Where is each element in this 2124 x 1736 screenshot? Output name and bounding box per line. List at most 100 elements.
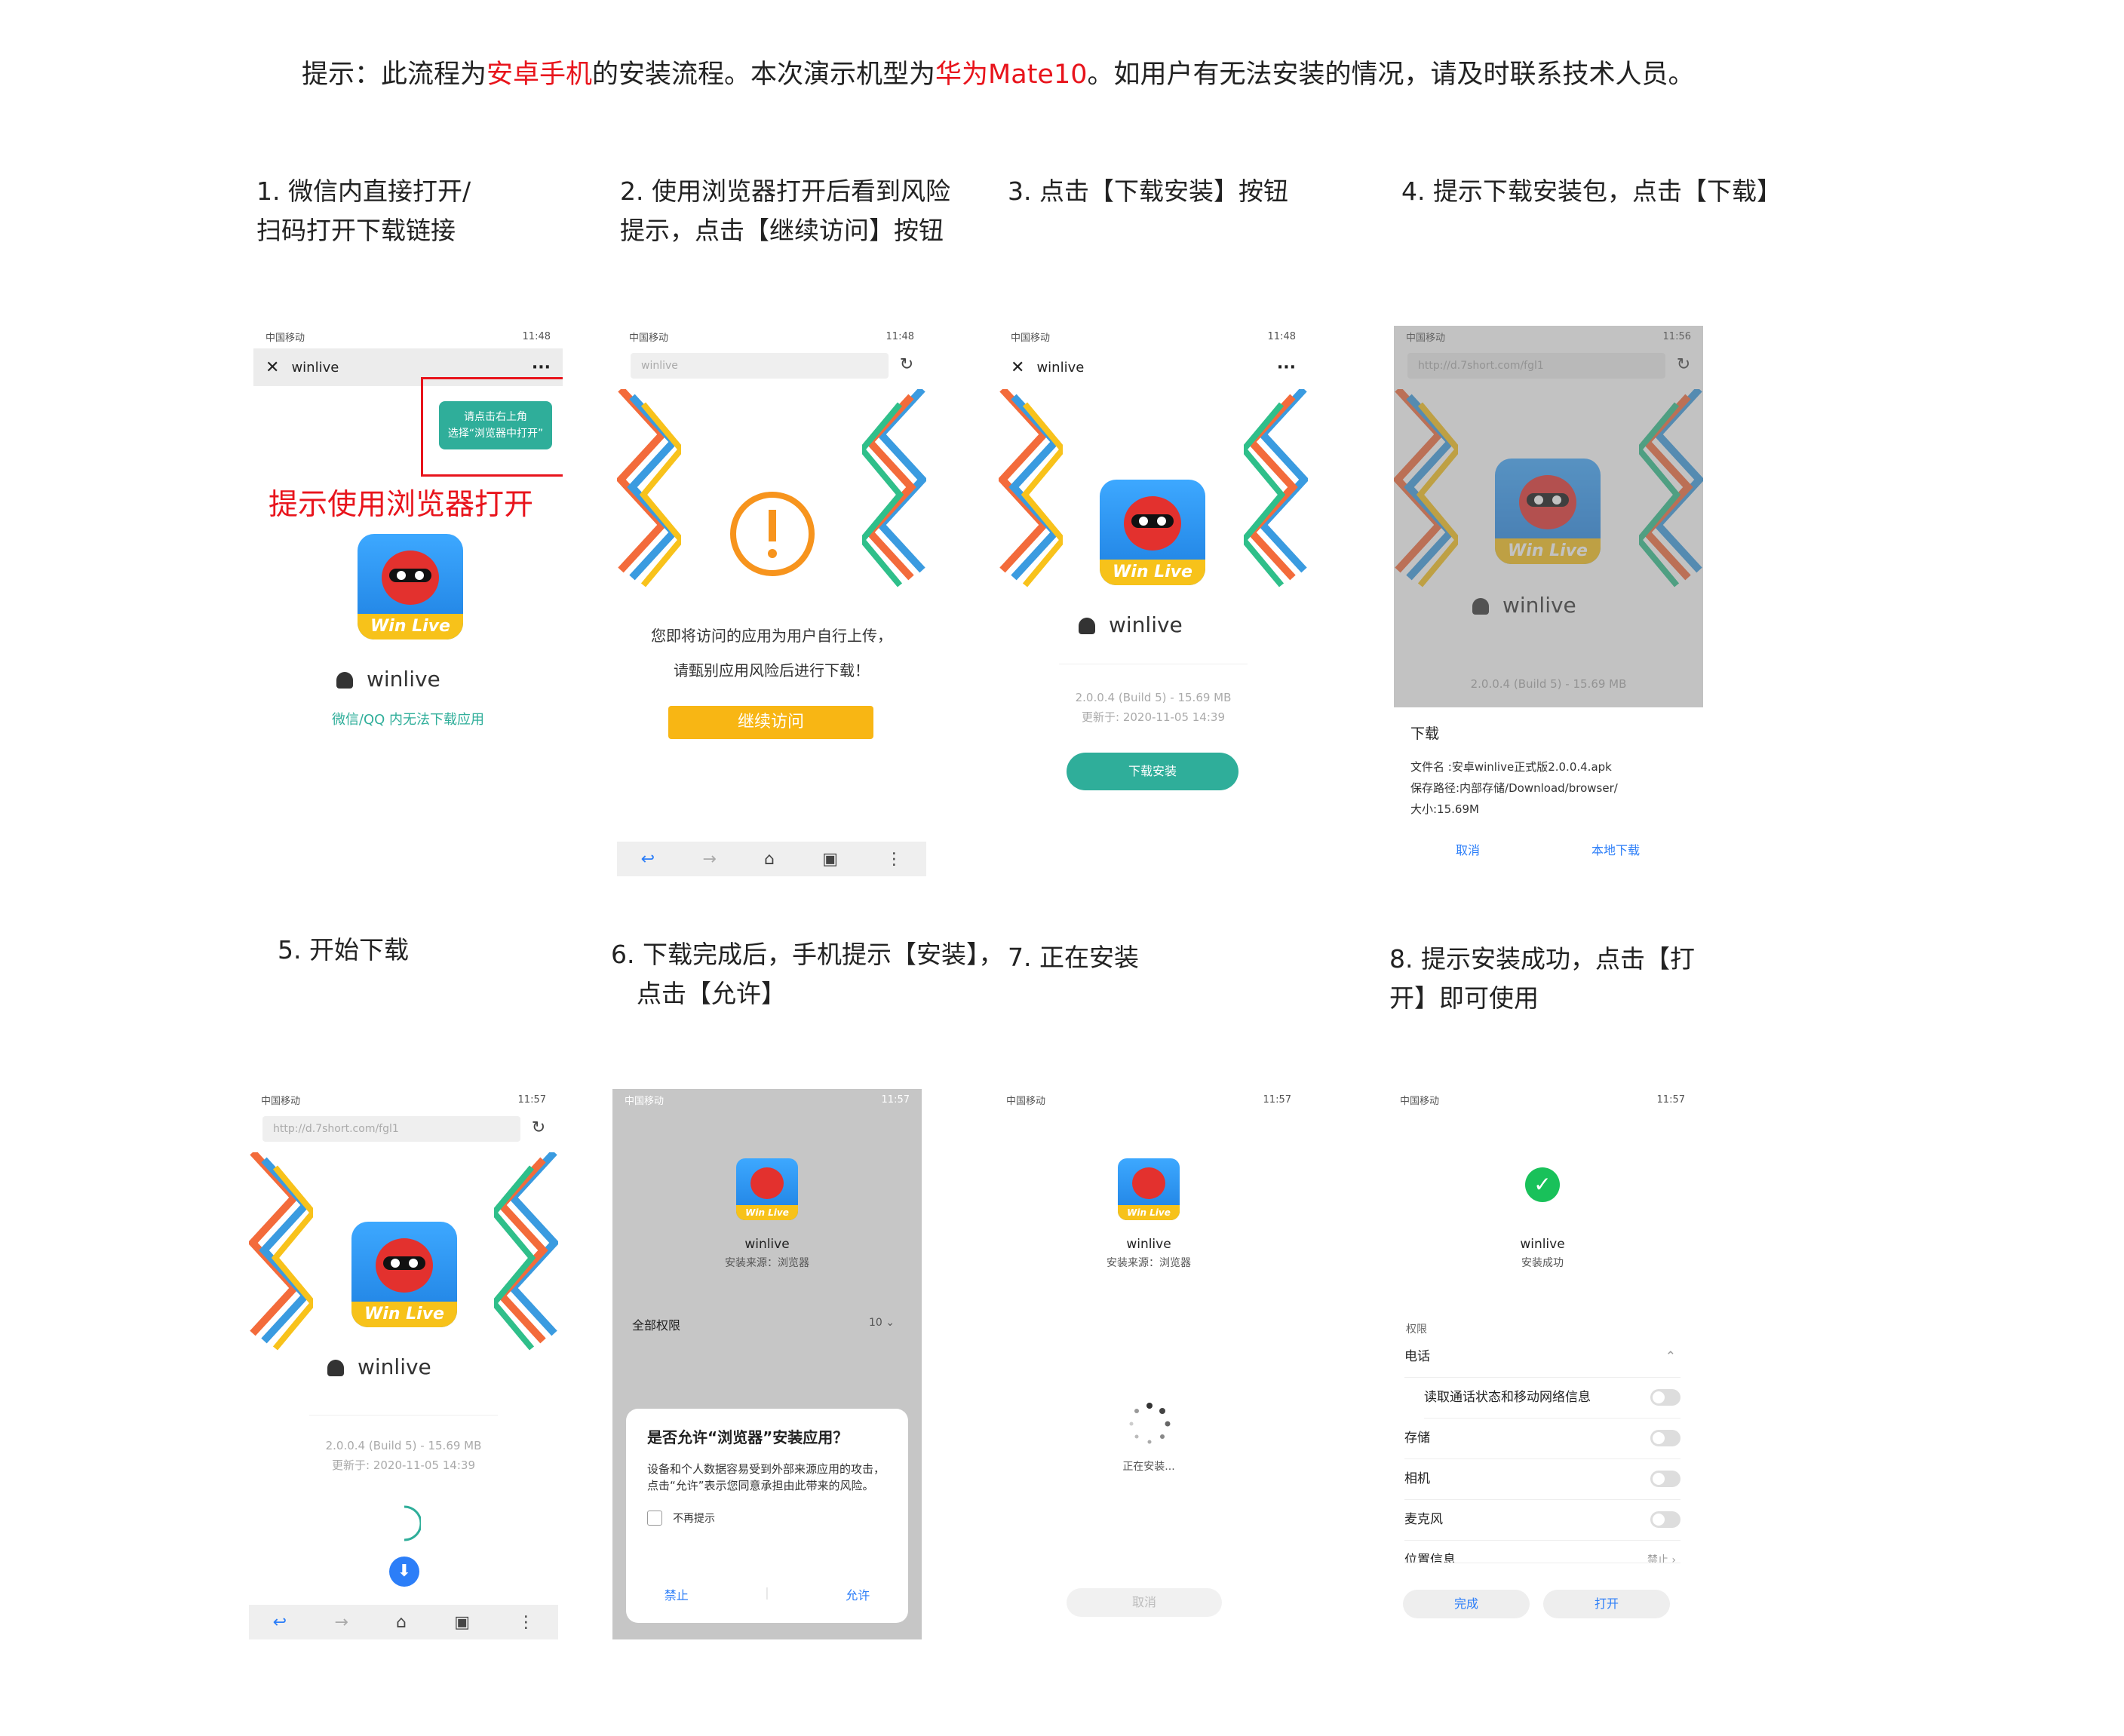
clock-label: 11:57 — [517, 1093, 546, 1106]
permission-count[interactable]: 10 ⌄ — [869, 1317, 895, 1329]
allow-install-dialog: 是否允许“浏览器”安装应用？ 设备和个人数据容易受到外部来源应用的攻击，点击“允… — [626, 1409, 908, 1623]
status-bar: 中国移动 11:57 — [1388, 1089, 1697, 1110]
cancel-install-button[interactable]: 取消 — [1067, 1588, 1222, 1617]
chevron-up-icon[interactable]: ⌃ — [1665, 1336, 1676, 1377]
screenshot-install-success: 中国移动 11:57 ✓ winlive 安装成功 权限 电话 ⌃ 读取通话状态… — [1388, 1089, 1697, 1639]
dialog-actions: 禁止 | 允许 — [626, 1585, 908, 1603]
local-download-button[interactable]: 本地下载 — [1591, 840, 1640, 858]
status-bar: 中国移动 11:48 — [617, 326, 926, 347]
permission-storage-row[interactable]: 存储 — [1404, 1418, 1680, 1459]
app-name: winlive — [1126, 1237, 1171, 1252]
winlive-app-icon: Win Live — [358, 534, 463, 639]
url-bar[interactable]: http://d.7short.com/fgl1 — [262, 1116, 520, 1142]
step-title-line: 6. 下载完成后，手机提示【安装】， — [611, 940, 1004, 969]
app-name: winlive — [1109, 612, 1183, 637]
app-name: winlive — [367, 667, 440, 692]
tabs-icon[interactable]: ▣ — [822, 850, 838, 869]
open-in-browser-tooltip: 请点击右上角 选择“浏览器中打开” — [439, 401, 552, 449]
carrier-label: 中国移动 — [261, 1095, 301, 1107]
allow-button[interactable]: 允许 — [846, 1585, 870, 1603]
home-icon[interactable]: ⌂ — [396, 1613, 407, 1632]
forward-icon[interactable]: → — [334, 1613, 348, 1632]
close-icon[interactable]: ✕ — [266, 358, 279, 377]
continue-visit-button[interactable]: 继续访问 — [668, 706, 873, 739]
tabs-icon[interactable]: ▣ — [454, 1613, 470, 1632]
carrier-label: 中国移动 — [629, 332, 669, 344]
step-6-title: 6. 下载完成后，手机提示【安装】， 点击【允许】 — [611, 935, 1003, 1014]
decorative-stripes-right — [862, 389, 926, 587]
permission-toggle[interactable] — [1650, 1511, 1680, 1528]
android-icon — [336, 672, 353, 689]
app-meta: 2.0.0.4 (Build 5) - 15.69 MB 更新于: 2020-1… — [249, 1436, 558, 1475]
step-title-line: 2. 使用浏览器打开后看到风险 — [620, 176, 950, 206]
app-name: winlive — [744, 1237, 790, 1252]
forward-icon[interactable]: → — [702, 850, 716, 869]
permission-label: 存储 — [1404, 1431, 1430, 1446]
wechat-title: winlive — [1036, 359, 1085, 376]
refresh-icon[interactable]: ↻ — [529, 1119, 548, 1137]
clock-label: 11:48 — [522, 330, 551, 342]
step-4-title: 4. 提示下载安装包，点击【下载】 — [1401, 172, 1782, 211]
permission-camera-row[interactable]: 相机 — [1404, 1458, 1680, 1500]
app-name: winlive — [358, 1354, 431, 1379]
status-bar: 中国移动 11:48 — [999, 326, 1308, 347]
url-bar[interactable]: winlive — [631, 353, 889, 379]
step-2-title: 2. 使用浏览器打开后看到风险 提示，点击【继续访问】按钮 — [620, 172, 950, 250]
more-menu-icon[interactable]: ··· — [1277, 358, 1296, 377]
install-source: 安装来源：浏览器 — [725, 1257, 809, 1269]
decorative-stripes-right — [494, 1152, 558, 1351]
notice-text: 。如用户有无法安装的情况，请及时联系技术人员。 — [1087, 60, 1695, 90]
browser-nav-bar: ↩ → ⌂ ▣ ⋮ — [617, 842, 926, 876]
refresh-icon[interactable]: ↻ — [898, 356, 916, 374]
install-notice: 提示：此流程为安卓手机的安装流程。本次演示机型为华为Mate10。如用户有无法安… — [302, 53, 1695, 91]
download-dialog: 下载 文件名 :安卓winlive正式版2.0.0.4.apk 保存路径:内部存… — [1394, 709, 1703, 876]
clock-label: 11:57 — [881, 1093, 910, 1106]
app-badge-text: Win Live — [358, 614, 463, 639]
clock-label: 11:57 — [1656, 1093, 1685, 1106]
notice-text: 的安装流程。本次演示机型为 — [592, 60, 936, 90]
more-menu-icon[interactable]: ··· — [532, 358, 551, 377]
deny-button[interactable]: 禁止 — [665, 1585, 689, 1603]
all-permissions-label[interactable]: 全部权限 — [632, 1315, 680, 1333]
app-badge-text: Win Live — [1100, 560, 1205, 585]
permission-label: 读取通话状态和移动网络信息 — [1424, 1390, 1591, 1405]
install-source: 安装来源：浏览器 — [1107, 1257, 1191, 1269]
permission-toggle[interactable] — [1650, 1471, 1680, 1487]
file-name: 文件名 :安卓winlive正式版2.0.0.4.apk — [1410, 760, 1612, 774]
installing-spinner-icon — [1129, 1403, 1171, 1444]
app-updated: 更新于: 2020-11-05 14:39 — [332, 1458, 475, 1472]
permission-toggle[interactable] — [1650, 1430, 1680, 1446]
success-check-icon: ✓ — [1525, 1167, 1560, 1202]
no-remind-label: 不再提示 — [673, 1513, 715, 1525]
permission-phone-sub-row[interactable]: 读取通话状态和移动网络信息 — [1424, 1377, 1680, 1419]
carrier-label: 中国移动 — [1011, 332, 1051, 344]
app-badge-text: Win Live — [1118, 1205, 1180, 1220]
permission-mic-row[interactable]: 麦克风 — [1404, 1499, 1680, 1541]
android-icon — [1079, 618, 1095, 634]
back-icon[interactable]: ↩ — [641, 850, 655, 869]
done-button[interactable]: 完成 — [1403, 1590, 1530, 1618]
home-icon[interactable]: ⌂ — [764, 850, 775, 869]
carrier-label: 中国移动 — [1400, 1095, 1440, 1107]
screenshot-download-dialog: 中国移动 11:56 http://d.7short.com/fgl1 ↻ Wi… — [1394, 326, 1703, 876]
open-app-button[interactable]: 打开 — [1543, 1590, 1670, 1618]
close-icon[interactable]: ✕ — [1011, 358, 1024, 377]
step-title-line: 点击【允许】 — [637, 979, 786, 1008]
warning-line: 您即将访问的应用为用户自行上传， — [651, 627, 892, 645]
android-icon — [327, 1360, 344, 1376]
no-remind-row[interactable]: 不再提示 — [647, 1511, 887, 1526]
download-icon[interactable]: ⬇ — [389, 1557, 419, 1587]
no-remind-checkbox[interactable] — [647, 1511, 662, 1526]
menu-icon[interactable]: ⋮ — [886, 850, 902, 869]
permission-phone-row[interactable]: 电话 ⌃ — [1404, 1336, 1680, 1378]
menu-icon[interactable]: ⋮ — [517, 1613, 534, 1632]
tooltip-line: 请点击右上角 — [464, 411, 527, 423]
winlive-app-icon: Win Live — [1100, 480, 1205, 585]
permission-toggle[interactable] — [1650, 1389, 1680, 1406]
app-badge-text: Win Live — [351, 1302, 457, 1327]
permission-label: 麦克风 — [1404, 1512, 1443, 1527]
back-icon[interactable]: ↩ — [273, 1613, 287, 1632]
permission-location-row[interactable]: 位置信息 禁止 › — [1404, 1540, 1680, 1563]
cancel-button[interactable]: 取消 — [1456, 840, 1480, 858]
download-install-button[interactable]: 下载安装 — [1067, 753, 1238, 790]
